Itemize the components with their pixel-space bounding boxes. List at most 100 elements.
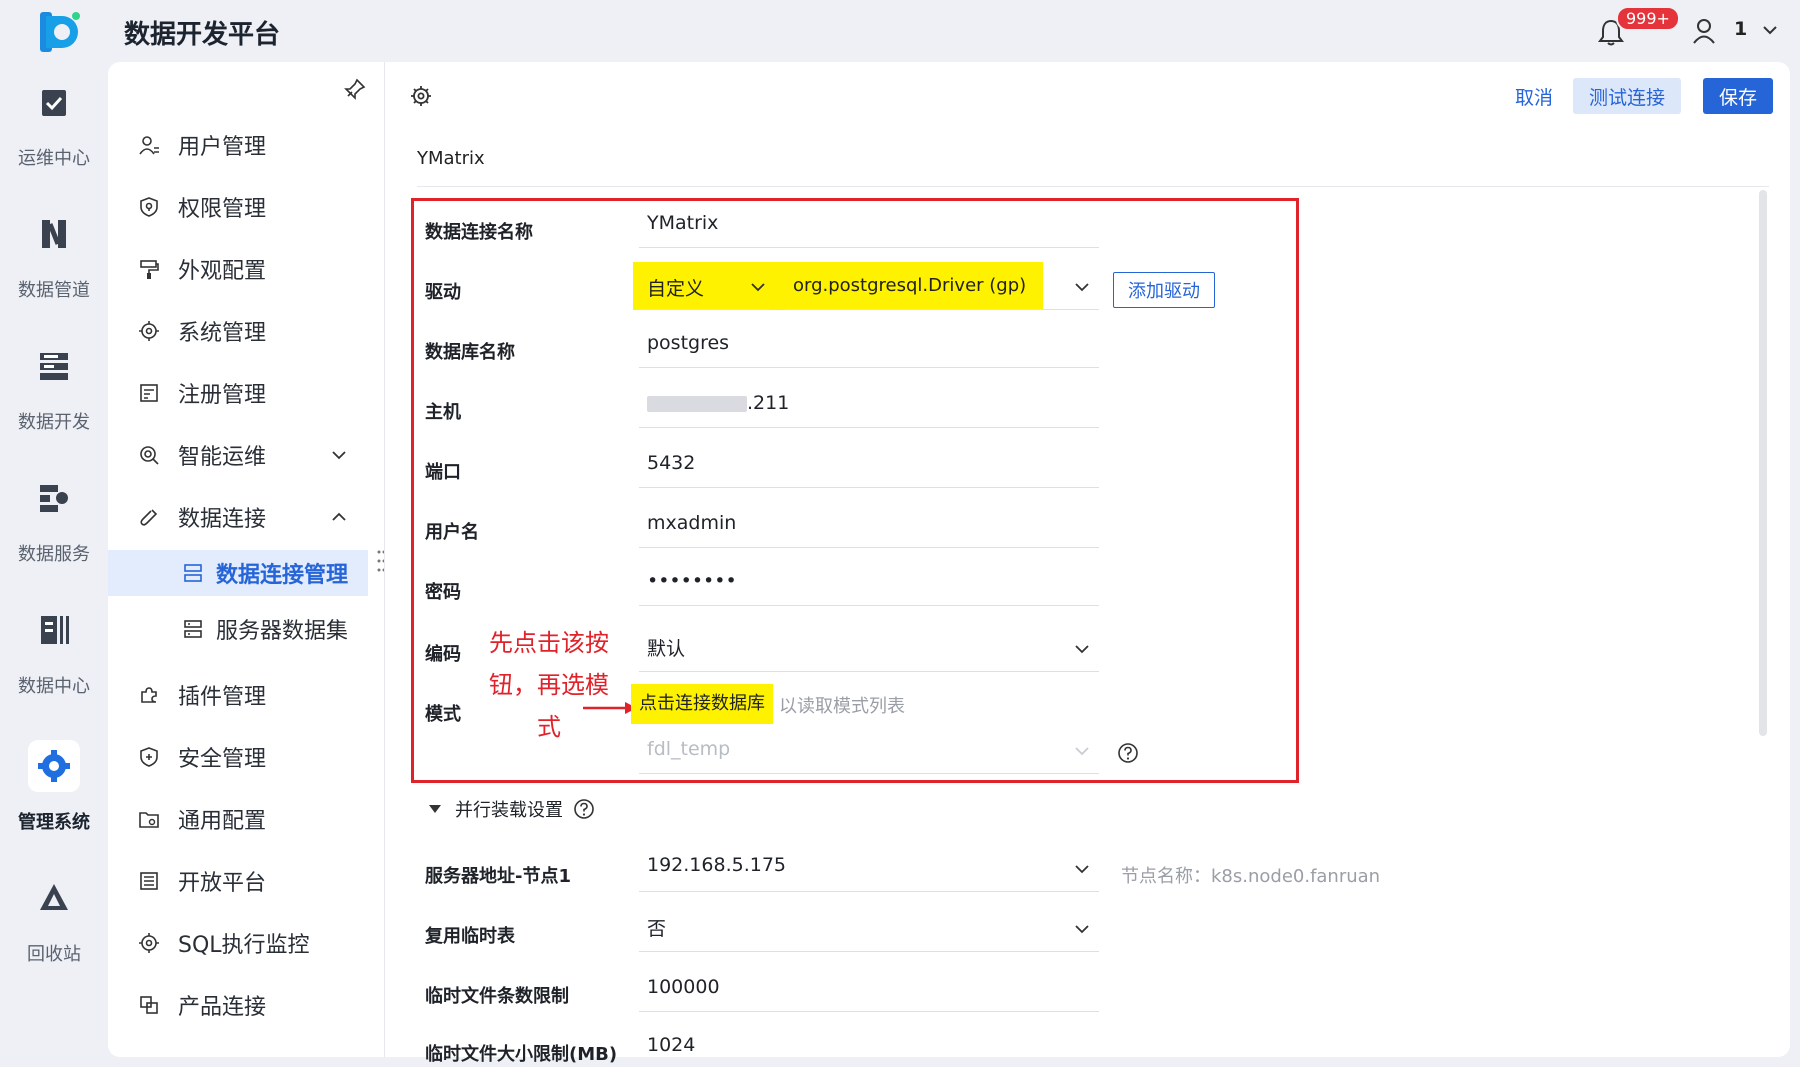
chevron-down-icon — [1075, 645, 1089, 654]
data-pipeline-icon — [42, 220, 66, 248]
pin-icon[interactable] — [344, 78, 366, 100]
sidebar-item-data-connection[interactable]: 数据连接 — [108, 494, 384, 540]
help-icon[interactable] — [1117, 742, 1139, 764]
field-label-port: 端口 — [425, 462, 461, 483]
rail-label: 数据开发 — [18, 412, 90, 433]
field-label-row-limit: 临时文件条数限制 — [425, 986, 569, 1007]
sidebar-subitem-label: 服务器数据集 — [216, 619, 349, 644]
add-driver-button[interactable]: 添加驱动 — [1113, 272, 1215, 308]
rail-label: 数据中心 — [18, 676, 90, 697]
sidebar-item-general-config[interactable]: 通用配置 — [108, 796, 384, 842]
chevron-down-icon — [1075, 865, 1089, 874]
database-name-input[interactable]: postgres — [639, 322, 1099, 368]
schema-select[interactable]: fdl_temp — [639, 728, 1099, 774]
temp-size-limit-input[interactable]: 1024 — [639, 1024, 1099, 1067]
driver-type-value: 自定义 — [647, 278, 705, 300]
encoding-value: 默认 — [647, 638, 686, 660]
field-label-driver: 驱动 — [425, 282, 461, 303]
save-button[interactable]: 保存 — [1703, 78, 1774, 114]
link-icon — [140, 509, 158, 526]
reuse-temp-table-select[interactable]: 否 — [639, 904, 1099, 952]
port-input[interactable]: 5432 — [639, 442, 1099, 488]
chevron-down-icon — [1075, 283, 1089, 292]
rail-item-data-dev[interactable]: 数据开发 — [0, 340, 108, 440]
field-label-db: 数据库名称 — [425, 342, 515, 363]
rail-label: 管理系统 — [18, 812, 90, 833]
rail-item-data-center[interactable]: 数据中心 — [0, 604, 108, 704]
rail-item-admin-system[interactable]: 管理系统 — [0, 740, 108, 840]
sidebar-item-user-manage[interactable]: 用户管理 — [108, 122, 384, 168]
password-input[interactable]: •••••••• — [639, 560, 1099, 606]
chevron-down-icon — [751, 283, 765, 292]
user-name[interactable]: 1 — [1734, 18, 1747, 40]
gear-icon — [139, 321, 159, 341]
field-label-user: 用户名 — [425, 522, 479, 543]
rail-label: 数据管道 — [18, 280, 90, 301]
connection-editor: 取消 测试连接 保存 YMatrix 数据连接名称 YMatrix 驱动 自定义… — [384, 62, 1790, 1065]
rail-item-data-pipeline[interactable]: 数据管道 — [0, 208, 108, 308]
app-logo-icon[interactable] — [40, 12, 84, 52]
sidebar-item-label: 插件管理 — [178, 685, 267, 710]
field-label-password: 密码 — [425, 582, 461, 603]
rail-item-ops-center[interactable]: 运维中心 — [0, 76, 108, 176]
chevron-down-icon — [1075, 747, 1089, 756]
sidebar-item-appearance[interactable]: 外观配置 — [108, 246, 384, 292]
sidebar-item-label: 智能运维 — [178, 445, 267, 470]
sidebar-item-permission[interactable]: 权限管理 — [108, 184, 384, 230]
temp-row-limit-input[interactable]: 100000 — [639, 966, 1099, 1012]
sidebar-item-label: 产品连接 — [178, 995, 267, 1020]
chevron-up-icon[interactable] — [330, 508, 348, 526]
product-link-icon — [140, 996, 158, 1014]
annotation-note: 先点击该按钮，再选模式 — [489, 629, 609, 741]
sidebar-item-label: 通用配置 — [178, 809, 267, 834]
data-dev-icon — [40, 353, 68, 380]
driver-type-select[interactable]: 自定义 — [639, 262, 769, 310]
test-connection-button[interactable]: 测试连接 — [1573, 78, 1682, 114]
sidebar-item-open-platform[interactable]: 开放平台 — [108, 858, 384, 904]
field-label-size-limit: 临时文件大小限制(MB) — [425, 1044, 618, 1065]
sidebar-item-system[interactable]: 系统管理 — [108, 308, 384, 354]
connect-database-button[interactable]: 点击连接数据库 — [631, 684, 773, 724]
field-label-server: 服务器地址-节点1 — [425, 866, 571, 887]
chevron-down-icon[interactable] — [1762, 22, 1778, 38]
rail-item-data-service[interactable]: 数据服务 — [0, 472, 108, 572]
sidebar-item-label: 注册管理 — [178, 383, 267, 408]
divider — [417, 186, 1769, 187]
sidebar-subitem-connection-manage[interactable]: 数据连接管理 — [108, 550, 368, 596]
driver-class-select[interactable]: org.postgresql.Driver (gp) — [785, 262, 1099, 310]
connection-name-input[interactable]: YMatrix — [639, 202, 1099, 248]
gear-icon[interactable] — [409, 84, 433, 108]
scrollbar[interactable] — [1759, 190, 1767, 736]
permission-icon — [140, 197, 158, 217]
connect-hint: 以读取模式列表 — [779, 696, 905, 717]
parallel-load-section-header[interactable]: 并行装载设置 — [429, 796, 595, 822]
schema-value: fdl_temp — [647, 738, 731, 760]
sidebar-item-label: 安全管理 — [178, 747, 267, 772]
cancel-button[interactable]: 取消 — [1505, 78, 1563, 114]
rail-item-recycle[interactable]: 回收站 — [0, 872, 108, 972]
field-label-host: 主机 — [425, 402, 461, 423]
encoding-select[interactable]: 默认 — [639, 624, 1099, 672]
sidebar-item-security[interactable]: 安全管理 — [108, 734, 384, 780]
sidebar-item-register[interactable]: 注册管理 — [108, 370, 384, 416]
connection-manage-icon — [184, 564, 202, 582]
sidebar-subitem-server-dataset[interactable]: 服务器数据集 — [108, 606, 368, 652]
sidebar-item-product-link[interactable]: 产品连接 — [108, 982, 384, 1028]
host-input[interactable]: .211 — [639, 382, 1099, 428]
data-center-icon — [41, 616, 69, 644]
gear-icon — [139, 933, 159, 953]
connection-title: YMatrix — [417, 148, 485, 169]
open-platform-icon — [140, 872, 158, 890]
server-address-select[interactable]: 192.168.5.175 — [639, 844, 1099, 892]
sidebar-item-label: 外观配置 — [178, 259, 267, 284]
chevron-down-icon[interactable] — [330, 446, 348, 464]
server-address-value: 192.168.5.175 — [647, 854, 787, 876]
folder-gear-icon — [139, 812, 159, 828]
user-icon[interactable] — [1692, 18, 1716, 44]
sidebar-item-sql-monitor[interactable]: SQL执行监控 — [108, 920, 384, 966]
field-label-encoding: 编码 — [425, 644, 461, 665]
help-icon[interactable] — [573, 798, 595, 820]
sidebar-item-smart-ops[interactable]: 智能运维 — [108, 432, 384, 478]
username-input[interactable]: mxadmin — [639, 502, 1099, 548]
sidebar-item-plugin[interactable]: 插件管理 — [108, 672, 384, 718]
